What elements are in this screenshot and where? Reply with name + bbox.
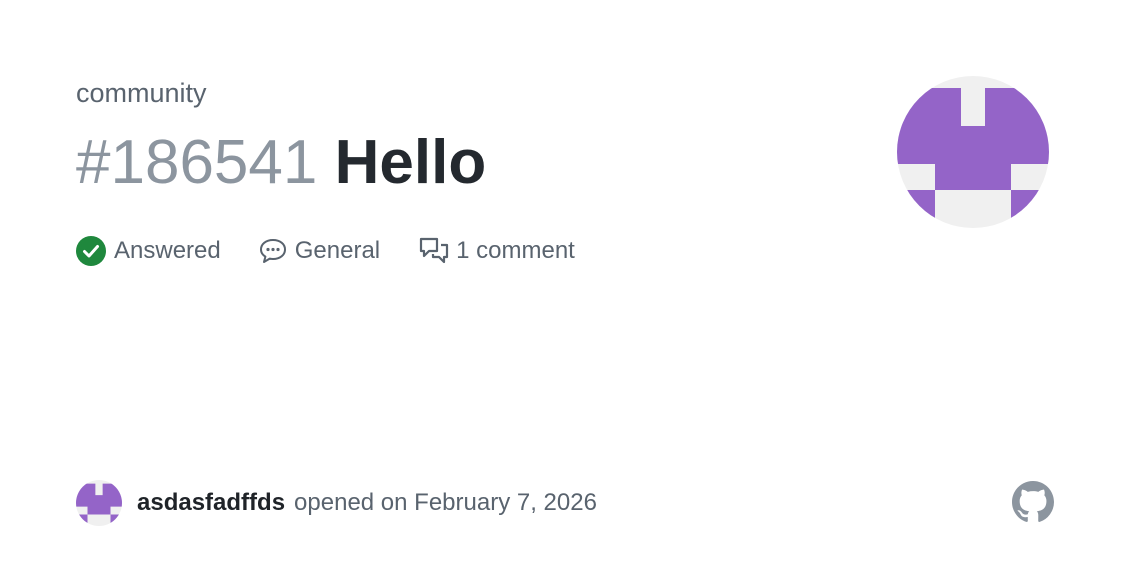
status-badge: Answered: [76, 236, 221, 266]
status-label: Answered: [114, 237, 221, 264]
category-badge[interactable]: General: [259, 237, 380, 265]
discussion-social-card: community #186541 Hello Answered General…: [0, 0, 1140, 570]
discussion-meta: Answered General 1 comment: [76, 234, 613, 268]
repo-name[interactable]: community: [76, 76, 207, 110]
discussion-title: #186541 Hello: [76, 126, 486, 200]
author-name[interactable]: asdasfadffds: [137, 489, 285, 517]
category-label: General: [294, 237, 381, 264]
discussion-number: #186541: [76, 128, 318, 197]
github-logo-icon[interactable]: [1012, 481, 1054, 523]
comment-discussion-icon: [418, 236, 450, 266]
author-avatar[interactable]: [76, 480, 122, 526]
discussion-title-text[interactable]: Hello: [335, 128, 487, 197]
comment-count[interactable]: 1 comment: [418, 236, 575, 266]
check-circle-icon: [76, 236, 106, 266]
author-avatar-large[interactable]: [897, 76, 1049, 228]
speech-balloon-icon: [259, 238, 287, 264]
comment-count-label: 1 comment: [456, 237, 575, 264]
opened-date: opened on February 7, 2026: [294, 489, 597, 516]
discussion-footer: asdasfadffds opened on February 7, 2026: [76, 480, 597, 526]
